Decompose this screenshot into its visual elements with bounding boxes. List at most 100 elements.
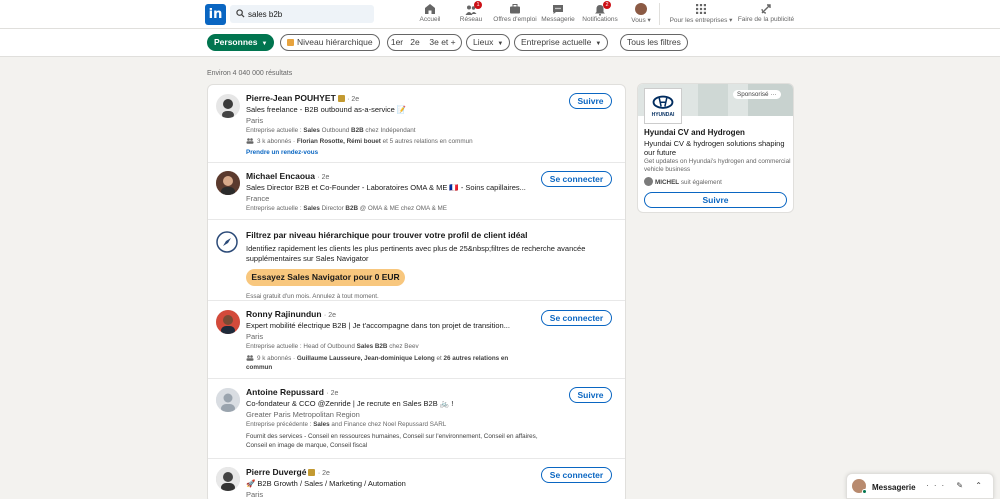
result-headline: Sales freelance - B2B outbound as-a-serv… bbox=[246, 105, 407, 114]
sponsored-ad: HYUNDAI Sponsorisé ··· Hyundai CV and Hy… bbox=[637, 83, 794, 213]
company-prefix: Entreprise actuelle : Head of Outbound bbox=[246, 343, 357, 350]
result-name-line[interactable]: Pierre Duvergé · 2e bbox=[246, 467, 330, 477]
filter-all-button[interactable]: Tous les filtres bbox=[620, 34, 688, 51]
search-filter-bar: Personnes ▼ Niveau hiérarchique 1er 2e 3e… bbox=[0, 29, 1000, 57]
company-prefix: Entreprise actuelle : bbox=[246, 205, 304, 212]
result-name: Michael Encaoua bbox=[246, 171, 315, 181]
network-icon-wrap: 1 bbox=[465, 1, 482, 15]
user-avatar-icon bbox=[635, 3, 647, 15]
bell-icon-wrap: 2 bbox=[594, 1, 611, 16]
result-name-line[interactable]: Pierre-Jean POUHYET · 2e bbox=[246, 93, 359, 103]
search-input[interactable] bbox=[248, 5, 372, 23]
results-count: Environ 4 040 000 résultats bbox=[207, 70, 293, 77]
person-photo-icon bbox=[216, 171, 240, 195]
nav-notifications-label: Notifications bbox=[582, 16, 618, 23]
filter-degree-1[interactable]: 1er bbox=[387, 34, 407, 51]
followers-prefix: 3 k abonnés · bbox=[257, 138, 297, 145]
filter-people-dropdown[interactable]: Personnes ▼ bbox=[207, 34, 275, 51]
connect-button[interactable]: Se connecter bbox=[541, 171, 612, 187]
follow-button[interactable]: Suivre bbox=[569, 93, 612, 109]
nav-notifications[interactable]: 2 Notifications bbox=[581, 1, 619, 27]
notifications-badge: 2 bbox=[603, 1, 611, 9]
filter-company-label: Entreprise actuelle bbox=[521, 37, 592, 47]
company-bold-2: B2B bbox=[345, 205, 359, 212]
nav-advertise-label: Faire de la publicité bbox=[737, 16, 795, 23]
premium-icon bbox=[287, 39, 294, 46]
result-row: Ronny Rajinundun · 2e Expert mobilité él… bbox=[208, 301, 625, 379]
online-status-dot bbox=[862, 489, 867, 494]
follow-button[interactable]: Suivre bbox=[569, 387, 612, 403]
connection-degree: · 2e bbox=[317, 470, 330, 477]
filter-people-label: Personnes bbox=[214, 37, 258, 47]
company-bold: Sales bbox=[356, 343, 374, 350]
people-icon bbox=[246, 138, 254, 144]
mutual-names[interactable]: Florian Rosotte, Rémi bouet bbox=[297, 138, 381, 145]
follower-name: MICHEL bbox=[655, 179, 680, 186]
result-headline: Co-fondateur & CCO @Zenride | Je recrute… bbox=[246, 399, 454, 408]
avatar[interactable] bbox=[216, 94, 240, 118]
default-avatar-icon bbox=[216, 388, 240, 412]
person-photo-icon bbox=[222, 99, 234, 118]
result-name: Ronny Rajinundun bbox=[246, 309, 322, 319]
company-prefix: Entreprise précédente : bbox=[246, 421, 314, 428]
follower-suffix: suit également bbox=[679, 179, 722, 186]
nav-advertise[interactable]: Faire de la publicité bbox=[736, 3, 796, 27]
compass-icon bbox=[216, 231, 238, 253]
ad-follow-button[interactable]: Suivre bbox=[644, 192, 787, 208]
avatar[interactable] bbox=[216, 171, 240, 195]
search-box[interactable] bbox=[230, 5, 374, 23]
filter-places-dropdown[interactable]: Lieux ▼ bbox=[466, 34, 511, 51]
result-headline: Expert mobilité électrique B2B | Je t'ac… bbox=[246, 321, 510, 330]
ad-tagline: Hyundai CV & hydrogen solutions shaping … bbox=[644, 139, 785, 157]
filter-degree-3[interactable]: 3e et + bbox=[424, 34, 462, 51]
advertise-icon bbox=[761, 4, 771, 14]
company-mid: and Finance chez Noel Repussard SARL bbox=[329, 421, 447, 428]
nav-messaging[interactable]: Messagerie bbox=[540, 3, 576, 27]
briefcase-icon bbox=[510, 4, 520, 14]
hyundai-logo-text: HYUNDAI bbox=[651, 112, 675, 118]
linkedin-logo[interactable]: in bbox=[205, 4, 226, 25]
company-suffix: @ OMA & ME chez OMA & ME bbox=[358, 205, 448, 212]
mutual-names[interactable]: Guillaume Lausseure, Jean-dominique Lelo… bbox=[297, 355, 435, 362]
book-meeting-link[interactable]: Prendre un rendez-vous bbox=[246, 149, 318, 156]
connect-button[interactable]: Se connecter bbox=[541, 467, 612, 483]
nav-me-label: Vous ▾ bbox=[631, 17, 651, 24]
avatar[interactable] bbox=[216, 467, 240, 491]
company-bold-2: B2B bbox=[351, 127, 364, 134]
filter-degree-2[interactable]: 2e bbox=[406, 34, 425, 51]
connect-button[interactable]: Se connecter bbox=[541, 310, 612, 326]
hyundai-logo[interactable]: HYUNDAI bbox=[644, 88, 682, 124]
filter-level[interactable]: Niveau hiérarchique bbox=[280, 34, 380, 51]
people-icon bbox=[246, 355, 254, 361]
result-name-line[interactable]: Antoine Repussard · 2e bbox=[246, 387, 338, 397]
company-mid: Outbound bbox=[319, 127, 352, 134]
global-nav: in Accueil 1 Réseau Offres d'emploi Mess… bbox=[0, 0, 1000, 29]
result-name-line[interactable]: Ronny Rajinundun · 2e bbox=[246, 309, 336, 319]
messaging-title: Messagerie bbox=[872, 483, 916, 492]
messaging-overlay[interactable]: Messagerie ··· ✎ ⌃ bbox=[846, 473, 994, 499]
avatar[interactable] bbox=[216, 310, 240, 334]
avatar[interactable] bbox=[216, 388, 240, 412]
filter-company-dropdown[interactable]: Entreprise actuelle ▼ bbox=[514, 34, 609, 51]
messaging-actions[interactable]: ··· ✎ ⌃ bbox=[926, 481, 987, 490]
chevron-down-icon: ▼ bbox=[261, 41, 268, 47]
try-sales-navigator-button[interactable]: Essayez Sales Navigator pour 0 EUR bbox=[246, 269, 405, 286]
nav-home[interactable]: Accueil bbox=[418, 3, 442, 27]
result-location: Paris bbox=[246, 116, 264, 125]
linkedin-premium-icon bbox=[337, 95, 345, 102]
ad-title[interactable]: Hyundai CV and Hydrogen bbox=[644, 128, 745, 137]
nav-network-label: Réseau bbox=[459, 16, 483, 23]
result-name-line[interactable]: Michael Encaoua · 2e bbox=[246, 171, 329, 181]
ad-sponsored-label[interactable]: Sponsorisé ··· bbox=[733, 90, 781, 99]
followers-prefix: 9 k abonnés · bbox=[257, 355, 297, 362]
promo-fine-print: Essai gratuit d'un mois. Annulez à tout … bbox=[246, 293, 379, 300]
nav-business[interactable]: Pour les entreprises ▾ bbox=[668, 3, 734, 27]
result-name: Pierre Duvergé bbox=[246, 467, 307, 477]
result-name: Pierre-Jean POUHYET bbox=[246, 93, 336, 103]
follower-avatar bbox=[644, 177, 653, 186]
nav-network[interactable]: 1 Réseau bbox=[459, 1, 483, 27]
nav-jobs[interactable]: Offres d'emploi bbox=[492, 3, 538, 27]
result-company-line: Entreprise actuelle : Sales Director B2B… bbox=[246, 205, 447, 212]
nav-me[interactable]: Vous ▾ bbox=[629, 3, 653, 27]
ad-description: Get updates on Hyundai's hydrogen and co… bbox=[644, 158, 791, 173]
